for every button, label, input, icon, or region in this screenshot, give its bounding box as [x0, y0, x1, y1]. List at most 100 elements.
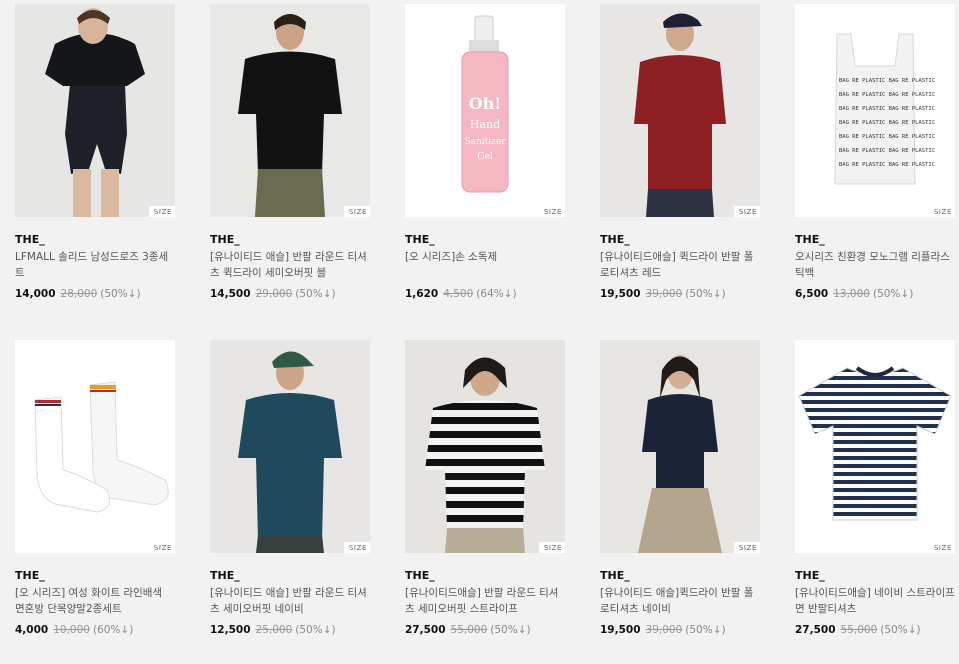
product-name[interactable]: [유나이티드 애슬] 반팔 라운드 티셔츠 퀵드라이 세미오버핏 블: [210, 249, 370, 281]
sale-price: 4,000: [15, 624, 49, 636]
product-brand: THE_: [405, 569, 435, 582]
sale-price: 19,500: [600, 288, 641, 300]
product-image[interactable]: SIZE: [15, 340, 175, 553]
product-card[interactable]: SIZE THE_ LFMALL 솔리드 남성드로즈 3종세트 14,000 28…: [15, 4, 175, 328]
bag-print-line: BAG RE PLASTIC BAG RE PLASTIC: [839, 78, 935, 84]
product-card[interactable]: SIZE THE_ [유나이티드애슬] 네이비 스트라이프 면 반팔티셔츠 27…: [795, 340, 955, 664]
sale-price: 14,500: [210, 288, 251, 300]
size-badge: SIZE: [733, 542, 760, 553]
original-price: 4,500: [443, 288, 474, 300]
product-price: 14,000 28,000 (50%↓): [15, 288, 175, 301]
sale-price: 27,500: [795, 624, 836, 636]
sale-price: 14,000: [15, 288, 56, 300]
product-name[interactable]: [유나이티드 애슬]퀵드라이 반팔 폴로티셔츠 네이비: [600, 585, 760, 617]
bag-print-line: BAG RE PLASTIC BAG RE PLASTIC: [839, 148, 935, 154]
discount-rate: (50%↓): [100, 288, 141, 300]
product-name[interactable]: [오 시리즈]손 소독제: [405, 249, 565, 281]
product-image[interactable]: SIZE: [210, 340, 370, 553]
original-price: 55,000: [450, 624, 488, 636]
product-price: 4,000 10,000 (60%↓): [15, 624, 175, 637]
product-name[interactable]: LFMALL 솔리드 남성드로즈 3종세트: [15, 249, 175, 281]
discount-rate: (50%↓): [685, 288, 726, 300]
sale-price: 1,620: [405, 288, 439, 300]
size-badge: SIZE: [928, 206, 955, 217]
product-card[interactable]: Oh! Hand Sanitizer Gel SIZE THE_ [오 시리즈]…: [405, 4, 565, 328]
sanitizer-label-line: Hand: [470, 118, 500, 131]
product-card[interactable]: SIZE THE_ [유나이티드 애슬] 반팔 라운드 티셔츠 퀵드라이 세미오…: [210, 4, 370, 328]
product-brand: THE_: [600, 233, 630, 246]
product-price: 27,500 55,000 (50%↓): [795, 624, 955, 637]
product-card[interactable]: BAG RE PLASTIC BAG RE PLASTIC BAG RE PLA…: [795, 4, 955, 328]
size-badge: SIZE: [343, 542, 370, 553]
product-brand: THE_: [405, 233, 435, 246]
original-price: 39,000: [645, 288, 683, 300]
sanitizer-label-line: Sanitizer: [464, 137, 506, 147]
discount-rate: (50%↓): [880, 624, 921, 636]
product-image[interactable]: SIZE: [600, 4, 760, 217]
product-image[interactable]: SIZE: [15, 4, 175, 217]
product-price: 6,500 13,000 (50%↓): [795, 288, 955, 301]
product-brand: THE_: [795, 569, 825, 582]
product-price: 1,620 4,500 (64%↓): [405, 288, 565, 301]
product-card[interactable]: SIZE THE_ [유나이티드 애슬]퀵드라이 반팔 폴로티셔츠 네이비 19…: [600, 340, 760, 664]
product-image[interactable]: Oh! Hand Sanitizer Gel SIZE: [405, 4, 565, 217]
size-badge: SIZE: [538, 206, 565, 217]
discount-rate: (60%↓): [92, 624, 134, 636]
original-price: 25,000: [255, 624, 293, 636]
product-name[interactable]: 오시리즈 친환경 모노그램 리플라스틱백: [795, 249, 955, 281]
product-card[interactable]: SIZE THE_ [유나이티드 애슬] 반팔 라운드 티셔츠 세미오버핏 네이…: [210, 340, 370, 664]
discount-rate: (50%↓): [295, 624, 336, 636]
product-name[interactable]: [유나이티드애슬] 네이비 스트라이프 면 반팔티셔츠: [795, 585, 955, 617]
product-image[interactable]: SIZE: [795, 340, 955, 553]
original-price: 55,000: [840, 624, 878, 636]
discount-rate: (50%↓): [685, 624, 726, 636]
original-price: 29,000: [255, 288, 293, 300]
product-price: 12,500 25,000 (50%↓): [210, 624, 370, 637]
product-brand: THE_: [600, 569, 630, 582]
product-name[interactable]: [유나이티드애슬] 반팔 라운드 티셔츠 세미오버핏 스트라이프: [405, 585, 565, 617]
product-brand: THE_: [210, 233, 240, 246]
size-badge: SIZE: [148, 206, 175, 217]
size-badge: SIZE: [928, 542, 955, 553]
product-name[interactable]: [유나이티드애슬] 퀵드라이 반팔 폴로티셔츠 레드: [600, 249, 760, 281]
size-badge: SIZE: [148, 542, 175, 553]
product-brand: THE_: [210, 569, 240, 582]
discount-rate: (50%↓): [295, 288, 336, 300]
sale-price: 12,500: [210, 624, 251, 636]
product-image[interactable]: BAG RE PLASTIC BAG RE PLASTIC BAG RE PLA…: [795, 4, 955, 217]
product-price: 27,500 55,000 (50%↓): [405, 624, 565, 637]
bag-print-line: BAG RE PLASTIC BAG RE PLASTIC: [839, 92, 935, 98]
original-price: 39,000: [645, 624, 683, 636]
product-image[interactable]: SIZE: [210, 4, 370, 217]
original-price: 10,000: [53, 624, 90, 636]
bag-print-line: BAG RE PLASTIC BAG RE PLASTIC: [839, 120, 935, 126]
product-name[interactable]: [오 시리즈] 여성 화이트 라인배색 면혼방 단목양말2종세트: [15, 585, 175, 617]
size-badge: SIZE: [538, 542, 565, 553]
discount-rate: (50%↓): [872, 288, 914, 300]
original-price: 28,000: [60, 288, 98, 300]
sanitizer-label-line: Oh!: [469, 94, 502, 113]
product-name[interactable]: [유나이티드 애슬] 반팔 라운드 티셔츠 세미오버핏 네이비: [210, 585, 370, 617]
product-image[interactable]: SIZE: [600, 340, 760, 553]
size-badge: SIZE: [733, 206, 760, 217]
product-card[interactable]: SIZE THE_ [유나이티드애슬] 퀵드라이 반팔 폴로티셔츠 레드 19,…: [600, 4, 760, 328]
product-price: 14,500 29,000 (50%↓): [210, 288, 370, 301]
product-image[interactable]: SIZE: [405, 340, 565, 553]
size-badge: SIZE: [343, 206, 370, 217]
sanitizer-label-line: Gel: [477, 152, 493, 162]
discount-rate: (50%↓): [490, 624, 531, 636]
product-card[interactable]: SIZE THE_ [오 시리즈] 여성 화이트 라인배색 면혼방 단목양말2종…: [15, 340, 175, 664]
product-price: 19,500 39,000 (50%↓): [600, 288, 760, 301]
bag-print-line: BAG RE PLASTIC BAG RE PLASTIC: [839, 134, 935, 140]
product-brand: THE_: [15, 233, 45, 246]
original-price: 13,000: [833, 288, 870, 300]
product-price: 19,500 39,000 (50%↓): [600, 624, 760, 637]
sale-price: 27,500: [405, 624, 446, 636]
product-card[interactable]: SIZE THE_ [유나이티드애슬] 반팔 라운드 티셔츠 세미오버핏 스트라…: [405, 340, 565, 664]
sale-price: 19,500: [600, 624, 641, 636]
product-grid: SIZE THE_ LFMALL 솔리드 남성드로즈 3종세트 14,000 28…: [15, 4, 955, 664]
sale-price: 6,500: [795, 288, 829, 300]
product-brand: THE_: [15, 569, 45, 582]
product-brand: THE_: [795, 233, 825, 246]
bag-print-line: BAG RE PLASTIC BAG RE PLASTIC: [839, 162, 935, 168]
